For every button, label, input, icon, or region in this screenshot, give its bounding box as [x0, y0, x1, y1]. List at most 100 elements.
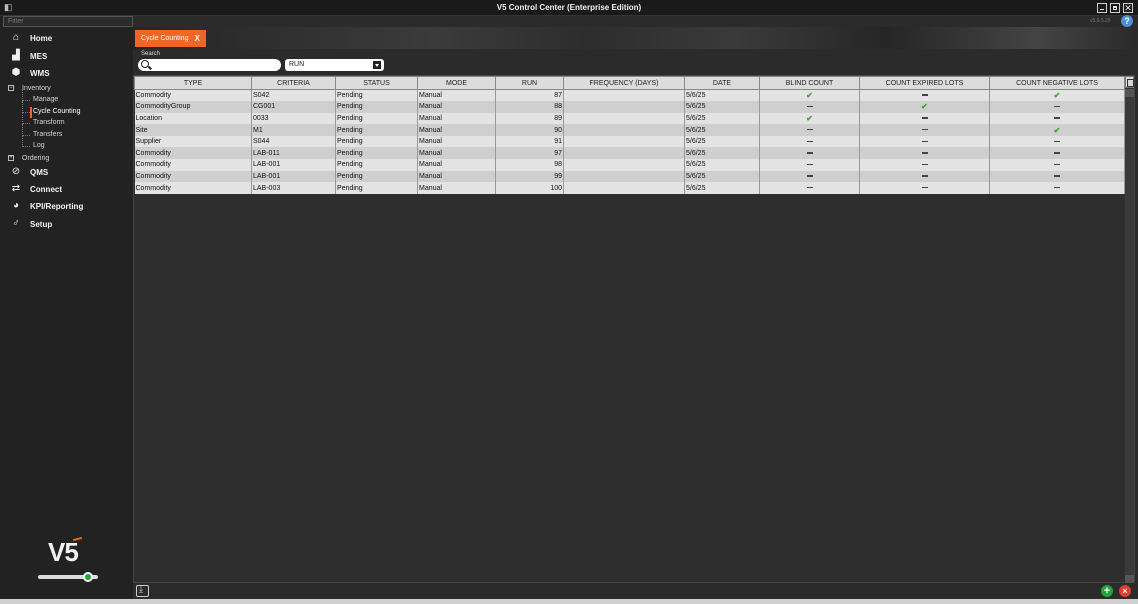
search-label: Search [141, 51, 161, 57]
dash-icon [921, 128, 928, 131]
cell-expired [859, 170, 990, 183]
filter-input[interactable] [3, 16, 133, 27]
maximize-button[interactable] [1110, 3, 1120, 13]
vertical-scrollbar[interactable] [1125, 89, 1134, 583]
cell-criteria: M1 [251, 124, 336, 136]
chevron-down-icon[interactable] [373, 61, 381, 69]
column-header[interactable]: TYPE [134, 76, 252, 90]
export-button[interactable] [136, 584, 149, 597]
header-row: TYPE CRITERIA STATUS MODE RUN FREQUENCY … [134, 76, 1125, 90]
table-row[interactable]: CommodityGroup CG001 Pending Manual 88 5/6/25… [134, 101, 1125, 113]
zoom-slider[interactable] [38, 572, 98, 582]
plug-icon: ⇄ [11, 183, 21, 194]
table-row[interactable]: Commodity LAB-003 Pending Manual 100 5/6/25 [134, 182, 1125, 194]
nav-label: Transform [33, 119, 65, 126]
table-row[interactable]: Commodity LAB-011 Pending Manual 97 5/6/25 [134, 147, 1125, 160]
nav-item-connect[interactable]: ⇄ Connect [0, 181, 133, 197]
slider-knob[interactable] [83, 572, 93, 582]
nav-item-mes[interactable]: ▟ MES [0, 48, 133, 64]
nav-item-manage[interactable]: Manage [0, 89, 133, 106]
cell-blind [759, 147, 860, 160]
grid-body: Commodity S042 Pending Manual 87 5/6/25 ✔ ✔ Comm… [134, 89, 1125, 194]
dash-icon [806, 163, 813, 166]
column-header[interactable]: BLIND COUNT [759, 76, 860, 90]
nav-item-wms[interactable]: ⬢ WMS [0, 65, 133, 81]
column-header[interactable]: DATE [684, 76, 760, 90]
dash-icon [921, 186, 928, 189]
nav-item-cycle-counting[interactable]: Cycle Counting [0, 101, 133, 118]
search-field-select[interactable]: RUN [285, 59, 384, 71]
cell-frequency [563, 124, 685, 136]
table-row[interactable]: Commodity LAB-001 Pending Manual 98 5/6/25 [134, 159, 1125, 171]
nav-item-home[interactable]: ⌂ Home [0, 30, 133, 46]
dash-icon [806, 152, 813, 154]
dash-icon [921, 94, 928, 96]
cell-negative [989, 170, 1125, 183]
cell-date: 5/6/25 [684, 124, 760, 136]
nav-label: Ordering [22, 154, 50, 162]
scroll-down-button[interactable] [1125, 575, 1134, 583]
column-header[interactable]: RUN [495, 76, 564, 90]
nav-item-qms[interactable]: ⊘ QMS [0, 164, 133, 180]
cell-blind [759, 170, 860, 183]
dash-icon [806, 175, 813, 177]
sidebar: ⌂ Home ▟ MES ⬢ WMS − Inventory Manage Cy… [0, 16, 133, 604]
nav-label: Cycle Counting [33, 108, 81, 115]
help-icon[interactable]: ? [1121, 15, 1133, 27]
cell-blind: ✔ [759, 112, 860, 125]
nav-item-setup[interactable]: ♂ Setup [0, 216, 133, 232]
checkmark-icon: ✔ [1053, 91, 1061, 101]
cancel-button[interactable]: × [1119, 585, 1131, 597]
tree-connector [22, 135, 30, 147]
cell-expired [859, 89, 990, 102]
tree-connector [22, 89, 30, 101]
table-row[interactable]: Location 0033 Pending Manual 89 5/6/25 ✔ [134, 112, 1125, 125]
table-row[interactable]: Site M1 Pending Manual 90 5/6/25 ✔ [134, 124, 1125, 136]
column-header[interactable]: MODE [417, 76, 496, 90]
dash-icon [1054, 152, 1060, 154]
column-header[interactable]: COUNT EXPIRED LOTS [859, 76, 990, 90]
minimize-button[interactable] [1097, 3, 1107, 13]
nav-item-transform[interactable]: Transform [0, 112, 133, 129]
table-row[interactable]: Commodity S042 Pending Manual 87 5/6/25 ✔ ✔ [134, 89, 1125, 102]
expand-icon[interactable]: + [8, 155, 14, 161]
search-icon [141, 60, 149, 68]
column-header[interactable]: CRITERIA [251, 76, 336, 90]
cell-mode: Manual [417, 147, 496, 160]
cell-status: Pending [335, 112, 418, 125]
column-header[interactable]: COUNT NEGATIVE LOTS [989, 76, 1125, 90]
cell-frequency [563, 147, 685, 160]
dash-icon [1054, 140, 1060, 143]
cell-criteria: CG001 [251, 101, 336, 113]
cell-status: Pending [335, 159, 418, 171]
cell-mode: Manual [417, 112, 496, 125]
cell-negative: ✔ [989, 124, 1125, 136]
tree-connector [22, 112, 30, 124]
dash-icon [921, 152, 928, 154]
checkmark-icon: ✔ [806, 91, 813, 101]
nav-item-kpi-reporting[interactable]: ◕ KPI/Reporting [0, 198, 133, 214]
tab-cycle-counting[interactable]: Cycle Counting X [135, 30, 206, 47]
nav-item-ordering[interactable]: + Ordering [0, 152, 49, 164]
cell-expired [859, 182, 990, 194]
table-row[interactable]: Supplier S044 Pending Manual 91 5/6/25 [134, 135, 1125, 148]
cell-type: Supplier [134, 135, 252, 148]
table-row[interactable]: Commodity LAB-001 Pending Manual 99 5/6/25 [134, 170, 1125, 183]
cell-date: 5/6/25 [684, 101, 760, 113]
column-chooser-icon[interactable] [1125, 76, 1134, 88]
status-strip [0, 599, 1138, 604]
cell-expired [859, 159, 990, 171]
scroll-up-button[interactable] [1125, 89, 1134, 97]
column-header[interactable]: FREQUENCY (DAYS) [563, 76, 685, 90]
close-window-button[interactable]: ✕ [1123, 3, 1133, 13]
tab-close-icon[interactable]: X [194, 30, 199, 47]
cell-mode: Manual [417, 101, 496, 113]
column-header[interactable]: STATUS [335, 76, 418, 90]
cell-run: 97 [495, 147, 564, 160]
search-input[interactable] [138, 59, 281, 71]
collapse-icon[interactable]: − [8, 85, 14, 91]
add-button[interactable]: + [1101, 585, 1113, 597]
nav-item-transfers[interactable]: Transfers [0, 124, 133, 141]
nav-item-log[interactable]: Log [0, 135, 133, 152]
cell-status: Pending [335, 135, 418, 148]
